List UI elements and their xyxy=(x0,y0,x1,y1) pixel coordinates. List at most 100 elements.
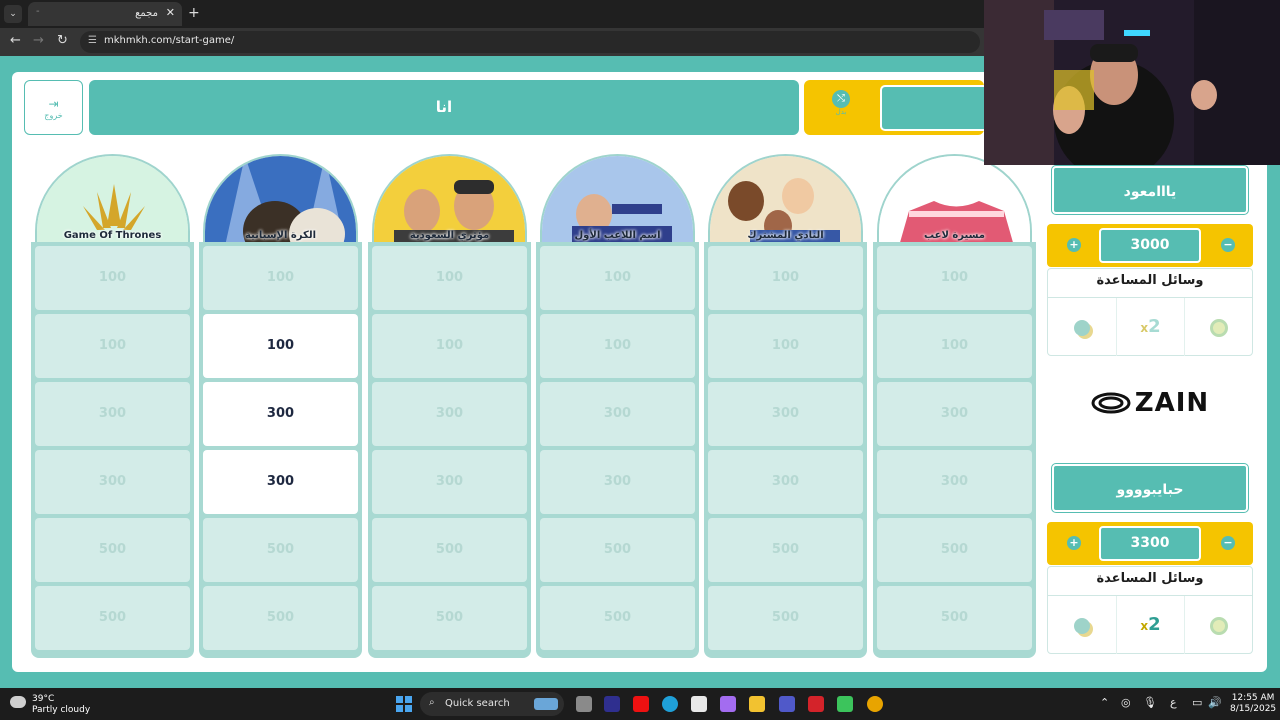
category-title: Game Of Thrones xyxy=(63,230,162,241)
question-cell-used[interactable]: 300 xyxy=(372,450,527,514)
team-2-aid-skip[interactable] xyxy=(1184,596,1252,654)
url-input[interactable]: ☰ mkhmkh.com/start-game/ xyxy=(80,31,980,53)
network-icon[interactable]: ▭ xyxy=(1192,696,1202,709)
question-cell-used[interactable]: 100 xyxy=(540,246,695,310)
tray-chevron-icon[interactable]: ⌃ xyxy=(1100,696,1109,709)
question-cell-used[interactable]: 100 xyxy=(540,314,695,378)
language-indicator[interactable]: ع xyxy=(1170,696,1177,709)
messaging-app-icon[interactable] xyxy=(837,696,853,712)
category-column: النادي المشترك 100 100 300 300 500 500 xyxy=(704,152,867,658)
question-cell-used[interactable]: 500 xyxy=(372,586,527,650)
tray-app-icon[interactable]: ◎ xyxy=(1121,696,1131,709)
skip-icon xyxy=(1209,318,1228,337)
question-cell-used[interactable]: 500 xyxy=(877,518,1032,582)
search-icon: ⌕ xyxy=(429,697,435,708)
question-cell-used[interactable]: 500 xyxy=(708,586,863,650)
turn-control: ⤭ بدل xyxy=(804,80,984,135)
question-cell-available[interactable]: 300 xyxy=(203,450,358,514)
team-2-minus-button[interactable]: − xyxy=(1221,536,1235,550)
start-button[interactable] xyxy=(396,696,412,712)
copilot-icon[interactable] xyxy=(720,696,736,712)
chrome-icon[interactable] xyxy=(867,696,883,712)
category-cells: 100 100 300 300 500 500 xyxy=(199,242,362,658)
question-cell-used[interactable]: 500 xyxy=(35,586,190,650)
forward-arrow-icon[interactable]: → xyxy=(33,33,44,48)
team-1-score: 3000 xyxy=(1099,228,1201,263)
team-2-plus-button[interactable]: + xyxy=(1067,536,1081,550)
site-info-icon[interactable]: ☰ xyxy=(88,35,97,46)
question-cell-used[interactable]: 100 xyxy=(35,246,190,310)
question-cell-used[interactable]: 500 xyxy=(203,586,358,650)
browser-tab[interactable]: - مجمع ✕ xyxy=(28,2,182,26)
zain-swirl-icon xyxy=(1091,392,1131,414)
question-cell-used[interactable]: 100 xyxy=(372,314,527,378)
exit-icon: ⇥ xyxy=(48,97,59,111)
question-cell-used[interactable]: 500 xyxy=(372,518,527,582)
team-1-aids-row: x2 xyxy=(1048,297,1252,356)
question-cell-used[interactable]: 500 xyxy=(540,586,695,650)
category-header: النادي المشترك xyxy=(708,154,863,244)
question-cell-used[interactable]: 100 xyxy=(372,246,527,310)
microphone-icon[interactable]: 🎙 xyxy=(1143,696,1157,709)
next-app-icon[interactable] xyxy=(604,696,620,712)
question-cell-used[interactable]: 300 xyxy=(708,450,863,514)
team-1-minus-button[interactable]: − xyxy=(1221,238,1235,252)
back-arrow-icon[interactable]: ← xyxy=(10,33,21,48)
team-1-aid-double[interactable]: x2 xyxy=(1116,298,1184,356)
sponsor-name: ZAIN xyxy=(1134,388,1210,418)
current-turn-banner: انا xyxy=(89,80,799,135)
question-cell-used[interactable]: 500 xyxy=(540,518,695,582)
question-cell-used[interactable]: 300 xyxy=(877,450,1032,514)
volume-icon[interactable]: 🔊 xyxy=(1208,696,1222,709)
question-cell-used[interactable]: 500 xyxy=(877,586,1032,650)
category-header: Game Of Thrones xyxy=(35,154,190,244)
question-cell-used[interactable]: 100 xyxy=(708,314,863,378)
question-cell-used[interactable]: 300 xyxy=(708,382,863,446)
question-cell-available[interactable]: 100 xyxy=(203,314,358,378)
task-view-icon[interactable] xyxy=(576,696,592,712)
office-icon[interactable] xyxy=(808,696,824,712)
tab-title: مجمع xyxy=(135,8,158,19)
new-tab-button[interactable]: + xyxy=(188,5,200,21)
tab-close-icon[interactable]: ✕ xyxy=(166,6,175,19)
question-cell-used[interactable]: 500 xyxy=(35,518,190,582)
question-cell-used[interactable]: 300 xyxy=(877,382,1032,446)
team-1-aid-skip[interactable] xyxy=(1184,298,1252,356)
category-header: مسيرة لاعب xyxy=(877,154,1032,244)
team-1-plus-button[interactable]: + xyxy=(1067,238,1081,252)
question-cell-used[interactable]: 300 xyxy=(35,382,190,446)
team-2-aid-double[interactable]: x2 xyxy=(1116,596,1184,654)
category-cells: 100 100 300 300 500 500 xyxy=(536,242,699,658)
clock-time: 12:55 AM xyxy=(1231,693,1275,703)
taskbar-search[interactable]: ⌕ Quick search xyxy=(420,692,564,716)
reload-icon[interactable]: ↻ xyxy=(57,33,68,48)
team-1-aid-call[interactable] xyxy=(1048,298,1116,356)
exit-button[interactable]: ⇥ خروج xyxy=(24,80,83,135)
question-cell-available[interactable]: 300 xyxy=(203,382,358,446)
call-friend-icon xyxy=(1074,617,1090,634)
question-cell-used[interactable]: 500 xyxy=(203,518,358,582)
category-cells: 100 100 300 300 500 500 xyxy=(873,242,1036,658)
question-cell-used[interactable]: 100 xyxy=(203,246,358,310)
team-2-aid-call[interactable] xyxy=(1048,596,1116,654)
system-clock[interactable]: 12:55 AM 8/15/2025 xyxy=(1230,693,1276,715)
question-cell-used[interactable]: 100 xyxy=(877,246,1032,310)
temperature: 39°C xyxy=(32,694,55,704)
teams-icon[interactable] xyxy=(779,696,795,712)
question-cell-used[interactable]: 300 xyxy=(540,450,695,514)
question-cell-used[interactable]: 100 xyxy=(877,314,1032,378)
question-cell-used[interactable]: 300 xyxy=(35,450,190,514)
question-cell-used[interactable]: 100 xyxy=(35,314,190,378)
store-icon[interactable] xyxy=(691,696,707,712)
streamer-camera-image xyxy=(984,0,1280,165)
edge-icon[interactable] xyxy=(662,696,678,712)
tab-list-chevron-icon[interactable]: ⌄ xyxy=(4,5,22,23)
file-explorer-icon[interactable] xyxy=(749,696,765,712)
youtube-icon[interactable] xyxy=(633,696,649,712)
swap-turn-button[interactable]: ⤭ بدل xyxy=(826,90,856,124)
double-points-icon: x2 xyxy=(1140,614,1161,635)
question-cell-used[interactable]: 300 xyxy=(540,382,695,446)
question-cell-used[interactable]: 300 xyxy=(372,382,527,446)
question-cell-used[interactable]: 100 xyxy=(708,246,863,310)
question-cell-used[interactable]: 500 xyxy=(708,518,863,582)
